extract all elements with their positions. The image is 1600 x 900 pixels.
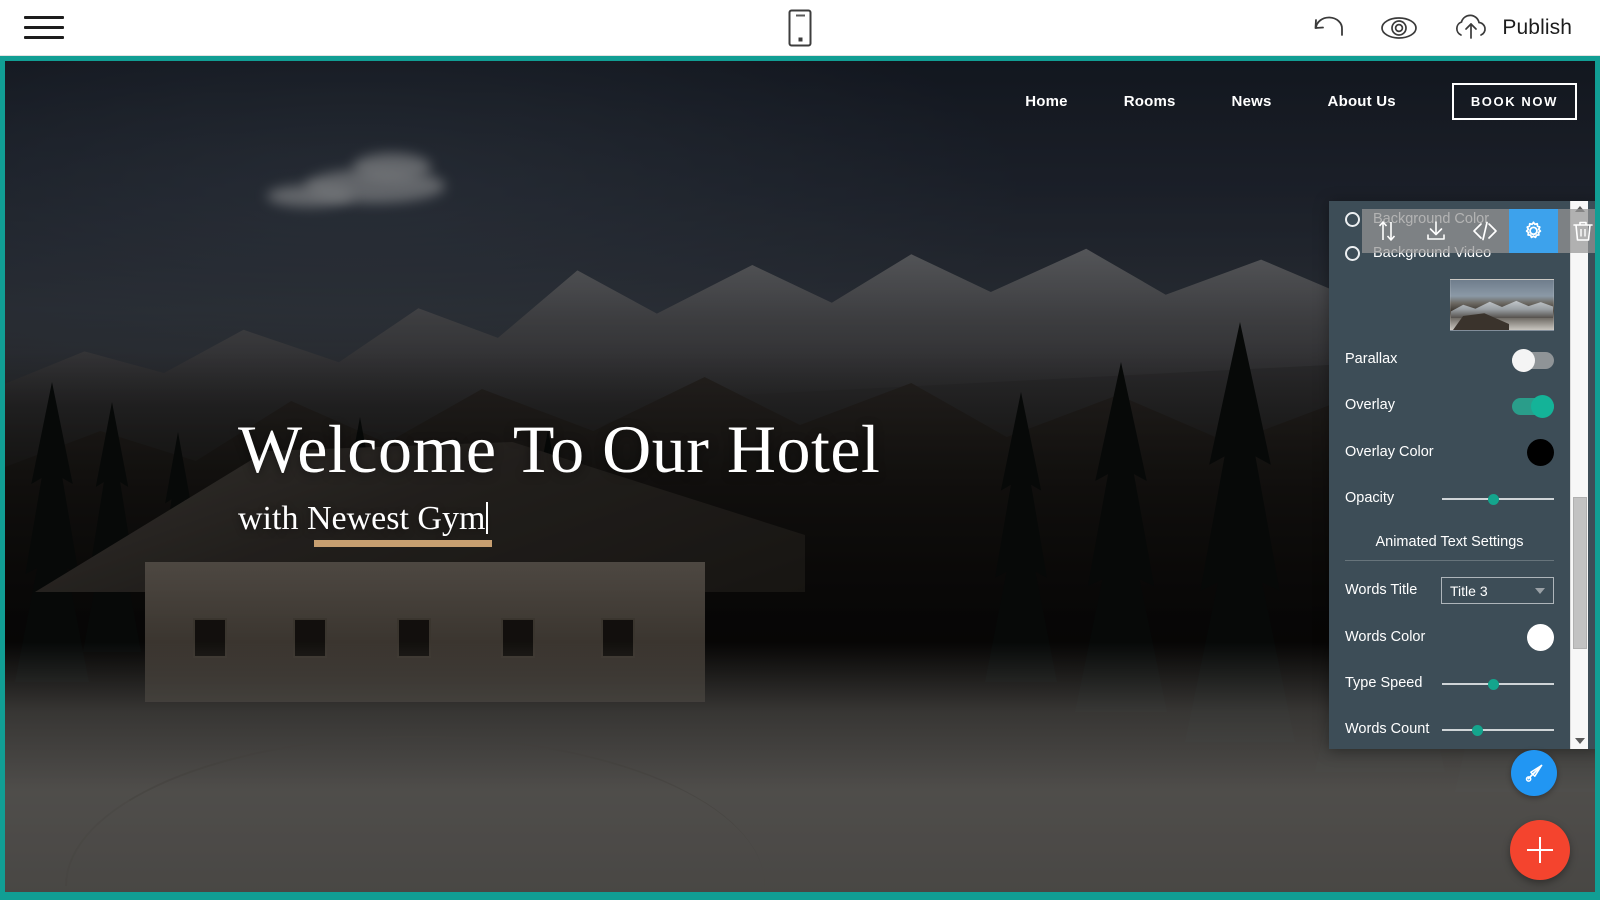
slider-knob[interactable]	[1472, 725, 1484, 736]
hero-text-block: Welcome To Our Hotel with Newest Gym	[238, 412, 880, 548]
opacity-slider[interactable]	[1442, 490, 1554, 508]
publish-label: Publish	[1502, 15, 1572, 39]
editor-app-bar: Publish	[0, 0, 1600, 56]
plus-icon[interactable]	[1510, 820, 1570, 880]
plus-vertical	[1539, 837, 1541, 863]
download-icon[interactable]	[1411, 209, 1460, 253]
hamburger-menu-icon[interactable]	[24, 11, 64, 45]
phone-body	[788, 9, 812, 46]
mobile-phone-icon[interactable]	[788, 9, 812, 46]
words-count-label: Words Count	[1345, 721, 1430, 738]
settings-list: Background Color Background Video Parall…	[1329, 211, 1570, 749]
words-color-swatch[interactable]	[1527, 624, 1554, 651]
subtitle-underline	[314, 540, 492, 548]
block-settings-panel: Background Color Background Video Parall…	[1329, 201, 1595, 749]
settings-panel-scrollbar[interactable]	[1570, 201, 1588, 749]
canvas-frame: Home Rooms News About Us BOOK NOW Welcom…	[0, 56, 1600, 900]
hero-subtitle[interactable]: with Newest Gym	[238, 500, 489, 538]
block-toolbar	[1362, 209, 1595, 253]
arrows-up-down-icon[interactable]	[1362, 209, 1411, 253]
opacity-label: Opacity	[1345, 490, 1395, 507]
nav-link-about-us[interactable]: About Us	[1328, 93, 1396, 110]
type-speed-label: Type Speed	[1345, 675, 1423, 692]
slider-track	[1442, 729, 1554, 731]
paintbrush-icon[interactable]	[1511, 750, 1557, 796]
scroll-down-arrow-icon[interactable]	[1574, 738, 1585, 744]
parallax-label: Parallax	[1345, 351, 1398, 368]
overlay-setting: Overlay	[1345, 393, 1554, 419]
animated-text-settings-heading: Animated Text Settings	[1345, 532, 1554, 561]
eye-preview-icon[interactable]	[1380, 15, 1418, 41]
code-brackets-icon[interactable]	[1460, 209, 1509, 253]
background-thumbnail-row	[1345, 279, 1554, 331]
hero-subtitle-text: with Newest Gym	[238, 500, 486, 538]
hamburger-line	[24, 36, 64, 39]
words-title-setting: Words Title Title 3	[1345, 577, 1554, 604]
website-canvas: Home Rooms News About Us BOOK NOW Welcom…	[5, 61, 1595, 892]
parallax-setting: Parallax	[1345, 347, 1554, 373]
words-count-setting: Words Count	[1345, 717, 1554, 743]
overlay-color-label: Overlay Color	[1345, 443, 1434, 460]
type-speed-slider[interactable]	[1442, 675, 1554, 693]
hero-title[interactable]: Welcome To Our Hotel	[238, 412, 880, 486]
overlay-color-swatch[interactable]	[1527, 439, 1554, 466]
words-count-slider[interactable]	[1442, 721, 1554, 739]
book-now-button[interactable]: BOOK NOW	[1451, 82, 1577, 120]
chevron-down-icon	[1535, 587, 1545, 594]
undo-arrow-icon[interactable]	[1312, 15, 1346, 41]
hamburger-line	[24, 16, 64, 19]
overlay-label: Overlay	[1345, 397, 1395, 414]
words-title-label: Words Title	[1345, 581, 1418, 598]
overlay-toggle[interactable]	[1512, 394, 1554, 418]
radio-unchecked-icon	[1345, 245, 1360, 261]
overlay-color-setting: Overlay Color	[1345, 439, 1554, 466]
slider-knob[interactable]	[1487, 679, 1499, 690]
site-navigation: Home Rooms News About Us BOOK NOW	[5, 61, 1595, 141]
words-color-label: Words Color	[1345, 628, 1426, 645]
words-color-setting: Words Color	[1345, 624, 1554, 651]
type-speed-setting: Type Speed	[1345, 671, 1554, 697]
trash-icon[interactable]	[1558, 209, 1595, 253]
typing-caret	[486, 502, 489, 535]
background-image-thumbnail[interactable]	[1450, 279, 1554, 331]
settings-panel-body: Background Color Background Video Parall…	[1329, 201, 1570, 749]
toggle-knob	[1531, 394, 1554, 418]
hamburger-line	[24, 26, 64, 29]
hero-subtitle-wrap: with Newest Gym	[238, 500, 492, 548]
words-title-value: Title 3	[1450, 582, 1488, 599]
opacity-setting: Opacity	[1345, 486, 1554, 512]
publish-button[interactable]: Publish	[1452, 13, 1572, 42]
parallax-toggle[interactable]	[1512, 348, 1554, 372]
scrollbar-thumb[interactable]	[1573, 497, 1587, 649]
toggle-knob	[1512, 348, 1535, 372]
radio-unchecked-icon	[1345, 211, 1360, 227]
words-title-select[interactable]: Title 3	[1441, 577, 1554, 604]
nav-link-home[interactable]: Home	[1025, 93, 1067, 110]
cloud-upload-icon	[1452, 13, 1490, 42]
slider-knob[interactable]	[1487, 494, 1499, 505]
app-bar-actions: Publish	[1312, 13, 1572, 42]
nav-link-news[interactable]: News	[1232, 93, 1272, 110]
gear-icon[interactable]	[1509, 209, 1558, 253]
nav-link-rooms[interactable]: Rooms	[1124, 93, 1176, 110]
